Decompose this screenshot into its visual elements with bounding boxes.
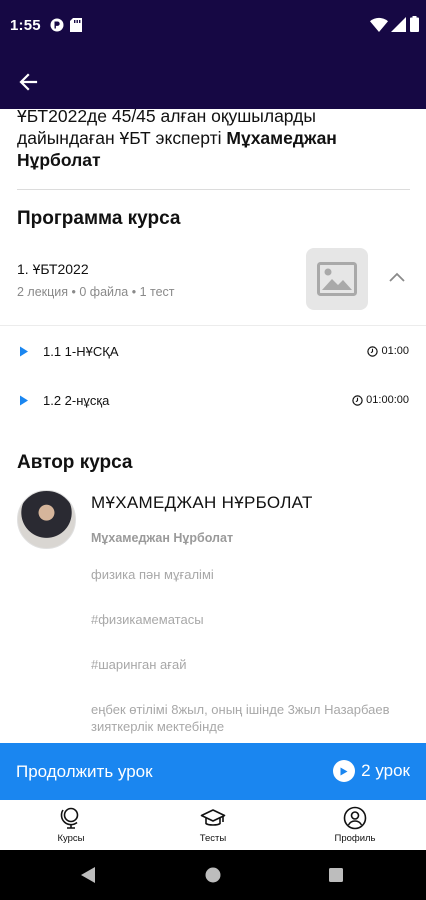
lesson-duration: 01:00:00: [352, 394, 409, 406]
lesson-title: 1.1 1-НҰСҚА: [43, 344, 119, 359]
play-icon: [20, 346, 28, 357]
author-section-title: Автор курса: [17, 452, 133, 473]
clock-icon: [352, 394, 363, 406]
lesson-duration-text: 01:00: [381, 345, 409, 357]
arrow-left-icon: [19, 73, 38, 91]
module-row[interactable]: 1. ҰБТ2022 2 лекция • 0 файла • 1 тест: [0, 245, 426, 327]
play-circle-icon: [333, 760, 356, 782]
lesson-title: 1.2 2-нұсқа: [43, 393, 110, 408]
clock-icon: [367, 345, 379, 357]
bottom-nav: Курсы Тесты Профиль: [0, 800, 426, 850]
nav-item-courses[interactable]: Курсы: [26, 806, 116, 850]
divider: [0, 325, 426, 326]
image-placeholder-icon: [317, 262, 357, 296]
app-bar: [0, 54, 426, 109]
avatar: [17, 490, 76, 549]
course-content[interactable]: ҰБТ2022де 45/45 алған оқушыларды дайында…: [0, 109, 426, 743]
chevron-up-icon: [389, 272, 405, 282]
lesson-item[interactable]: 1.1 1-НҰСҚА 01:00: [0, 334, 426, 370]
graduation-cap-icon: [200, 809, 226, 826]
lesson-duration-text: 01:00:00: [366, 394, 409, 406]
sd-card-icon: [70, 18, 82, 37]
continue-lesson-button[interactable]: Продолжить урок 2 урок: [0, 743, 426, 800]
next-lesson-label: 2 урок: [361, 761, 410, 780]
continue-next-lesson: 2 урок: [333, 760, 410, 782]
battery-icon: [410, 16, 419, 37]
program-title: Программа курса: [17, 208, 181, 229]
module-thumbnail: [306, 248, 368, 310]
author-bio-line: физика пән мұғалімі: [91, 567, 214, 582]
cellular-signal-icon: [391, 17, 406, 37]
continue-label: Продолжить урок: [16, 762, 153, 781]
play-icon: [20, 395, 28, 406]
back-button[interactable]: [12, 66, 44, 98]
home-circle-icon[interactable]: [205, 867, 221, 883]
collapse-button[interactable]: [385, 266, 409, 290]
profile-icon: [343, 806, 367, 830]
status-bar: 1:55: [0, 0, 426, 54]
author-bio-line: #физикамематасы: [91, 612, 204, 627]
author-bio-line: #шаринган ағай: [91, 657, 187, 672]
status-time: 1:55: [10, 17, 41, 34]
back-triangle-icon[interactable]: [80, 866, 96, 884]
course-description: ҰБТ2022де 45/45 алған оқушыларды дайында…: [17, 109, 397, 171]
lesson-item[interactable]: 1.2 2-нұсқа 01:00:00: [0, 383, 426, 419]
recents-square-icon[interactable]: [329, 868, 343, 882]
divider: [17, 189, 410, 190]
module-meta: 2 лекция • 0 файла • 1 тест: [17, 285, 175, 299]
author-subname: Мұхамеджан Нұрболат: [91, 531, 234, 545]
system-nav-bar: [0, 850, 426, 900]
globe-icon: [60, 807, 79, 829]
nav-item-tests[interactable]: Тесты: [168, 806, 258, 850]
nav-label: Курсы: [57, 833, 85, 844]
author-name: МҰХАМЕДЖАН НҰРБОЛАТ: [91, 493, 313, 512]
nav-label: Профиль: [334, 833, 376, 844]
app-notification-icon: [50, 18, 64, 37]
lesson-duration: 01:00: [367, 345, 409, 357]
author-bio-line: еңбек өтілімі 8жыл, оның ішінде 3жыл Наз…: [91, 702, 390, 734]
nav-item-profile[interactable]: Профиль: [310, 806, 400, 850]
wifi-icon: [370, 17, 388, 37]
module-title: 1. ҰБТ2022: [17, 261, 89, 277]
nav-label: Тесты: [199, 833, 227, 844]
